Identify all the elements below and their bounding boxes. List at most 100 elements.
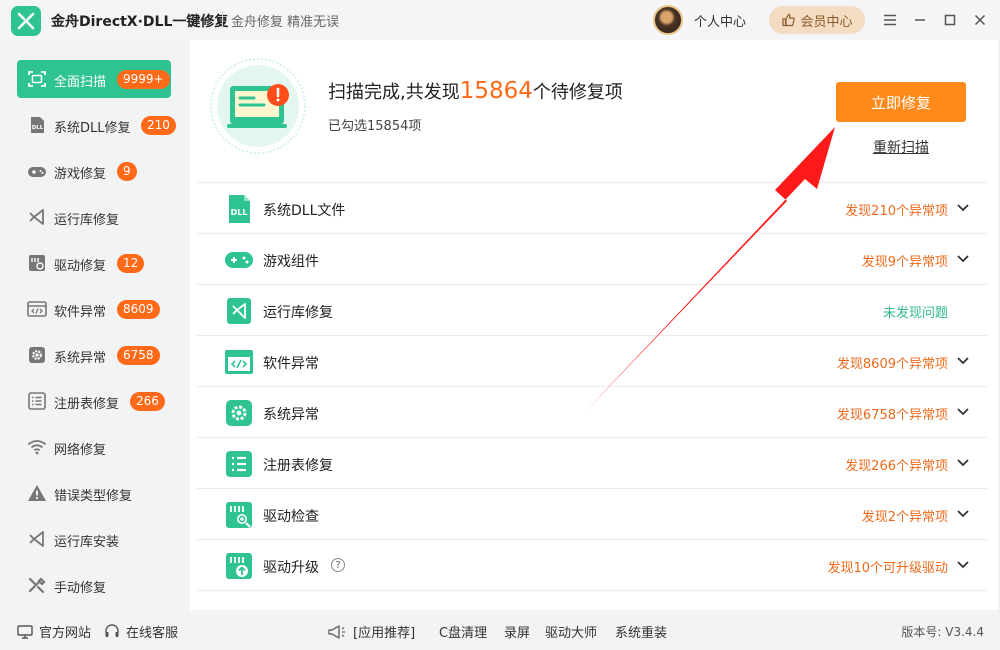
help-icon[interactable]: ? (331, 558, 345, 572)
result-list-end-divider (196, 590, 988, 591)
chevron-down-icon[interactable] (956, 355, 970, 367)
result-row-software[interactable]: 软件异常 发现8609个异常项 (196, 335, 988, 386)
online-service-label: 在线客服 (126, 626, 179, 641)
chevron-down-icon[interactable] (956, 202, 970, 214)
chevron-down-icon[interactable] (956, 457, 970, 469)
svg-text:DLL: DLL (231, 208, 248, 217)
sidebar-item-network[interactable]: 网络修复 (17, 428, 171, 466)
result-name: 系统异常 (263, 407, 319, 423)
gamepad-icon (225, 252, 253, 268)
sidebar-item-driver[interactable]: 驱动修复 12 (17, 244, 171, 282)
warning-icon (28, 485, 46, 501)
sidebar-item-runtime[interactable]: 运行库修复 (17, 198, 171, 236)
result-name: 驱动升级 (263, 560, 319, 576)
app-logo (11, 6, 41, 36)
result-row-driver-upgrade[interactable]: 驱动升级 ? 发现10个可升级驱动 (196, 539, 988, 590)
count-badge: 12 (117, 254, 145, 273)
sidebar-item-label: 全面扫描 (54, 75, 107, 90)
chevron-down-icon[interactable] (956, 508, 970, 520)
sidebar: 全面扫描 9999+ DLL 系统DLL修复 210 游戏修复 9 运行库修复 … (0, 40, 190, 610)
close-icon[interactable] (970, 10, 990, 30)
thumbs-up-icon (782, 13, 796, 27)
footer-link-label: 驱动大师 (545, 626, 598, 641)
scan-summary-prefix: 扫描完成,共发现 (328, 82, 460, 103)
megaphone-icon (328, 624, 345, 639)
footer-link-label: 录屏 (504, 626, 531, 641)
sidebar-item-label: 运行库修复 (54, 213, 120, 228)
chevron-down-icon[interactable] (956, 406, 970, 418)
vip-center-button[interactable]: 会员中心 (769, 6, 865, 34)
result-status: 发现8609个异常项 (836, 357, 948, 372)
chevron-down-icon[interactable] (956, 559, 970, 571)
gear-icon (29, 347, 45, 363)
count-badge: 210 (141, 116, 176, 135)
screen-record-link[interactable]: 录屏 (504, 622, 530, 641)
system-reinstall-link[interactable]: 系统重装 (615, 622, 667, 641)
scan-result-illustration (210, 58, 306, 154)
fix-now-button[interactable]: 立即修复 (836, 82, 966, 122)
app-slogan: 金舟修复 精准无误 (231, 15, 340, 30)
footer-bar: 官方网站 在线客服 [应用推荐] C盘清理 录屏 驱动大师 系统重装 版本号: … (0, 610, 1000, 650)
result-row-dll[interactable]: DLL 系统DLL文件 发现210个异常项 (196, 182, 988, 233)
scan-summary-suffix: 个待修复项 (532, 82, 623, 103)
result-status: 发现210个异常项 (845, 204, 948, 219)
result-name: 运行库修复 (263, 305, 333, 321)
sidebar-item-game[interactable]: 游戏修复 9 (17, 152, 171, 190)
rescan-link[interactable]: 重新扫描 (873, 137, 929, 157)
title-bar: 金舟DirectX·DLL一键修复 金舟修复 精准无误 个人中心 会员中心 (0, 0, 1000, 40)
result-row-system[interactable]: 系统异常 发现6758个异常项 (196, 386, 988, 437)
sidebar-item-dll[interactable]: DLL 系统DLL修复 210 (17, 106, 176, 144)
code-window-icon (225, 350, 253, 374)
sidebar-item-full-scan[interactable]: 全面扫描 9999+ (17, 60, 171, 98)
menu-icon[interactable] (880, 10, 900, 30)
result-name: 注册表修复 (263, 458, 333, 474)
driver-icon (29, 255, 45, 271)
result-name: 驱动检查 (263, 509, 319, 525)
online-service-link[interactable]: 在线客服 (104, 622, 178, 641)
result-status: 发现2个异常项 (861, 510, 948, 525)
result-status: 发现10个可升级驱动 (827, 561, 948, 576)
sidebar-item-manual[interactable]: 手动修复 (17, 566, 171, 604)
driver-master-link[interactable]: 驱动大师 (545, 622, 597, 641)
sidebar-item-error-type[interactable]: 错误类型修复 (17, 474, 171, 512)
result-name: 系统DLL文件 (263, 203, 346, 219)
code-window-icon (27, 301, 47, 317)
sidebar-item-runtime-install[interactable]: 运行库安装 (17, 520, 171, 558)
result-row-driver-check[interactable]: 驱动检查 发现2个异常项 (196, 488, 988, 539)
minimize-icon[interactable] (910, 10, 930, 30)
result-row-game[interactable]: 游戏组件 发现9个异常项 (196, 233, 988, 284)
chevron-down-icon[interactable] (956, 253, 970, 265)
wifi-icon (27, 440, 47, 455)
count-badge: 266 (130, 392, 165, 411)
driver-check-icon (226, 502, 252, 528)
svg-text:DLL: DLL (32, 125, 44, 131)
c-drive-clean-link[interactable]: C盘清理 (439, 622, 487, 641)
sidebar-item-system[interactable]: 系统异常 6758 (17, 336, 171, 374)
user-center-link[interactable]: 个人中心 (694, 11, 746, 30)
result-status: 未发现问题 (882, 306, 948, 321)
app-recommend-link[interactable]: [应用推荐] (327, 622, 415, 641)
gear-icon (226, 400, 252, 426)
sidebar-item-label: 系统DLL修复 (54, 121, 131, 136)
monitor-icon (17, 624, 33, 639)
count-badge: 8609 (117, 300, 160, 319)
app-recommend-label: [应用推荐] (353, 626, 416, 641)
sidebar-item-label: 手动修复 (54, 581, 107, 596)
selected-count: 已勾选15854项 (328, 119, 422, 134)
sidebar-item-software[interactable]: 软件异常 8609 (17, 290, 171, 328)
dll-icon: DLL (31, 117, 44, 133)
count-badge: 9 (117, 162, 137, 181)
avatar[interactable] (653, 5, 683, 35)
list-icon (226, 451, 252, 477)
runtime-icon (227, 298, 251, 324)
scan-icon (28, 71, 46, 87)
official-website-link[interactable]: 官方网站 (17, 622, 91, 641)
sidebar-item-registry[interactable]: 注册表修复 266 (17, 382, 171, 420)
runtime-install-icon (29, 531, 44, 547)
maximize-icon[interactable] (940, 10, 960, 30)
result-row-registry[interactable]: 注册表修复 发现266个异常项 (196, 437, 988, 488)
driver-upgrade-icon (226, 553, 252, 579)
sidebar-item-label: 运行库安装 (54, 535, 120, 550)
sidebar-item-label: 网络修复 (54, 443, 107, 458)
footer-link-label: C盘清理 (439, 626, 488, 641)
